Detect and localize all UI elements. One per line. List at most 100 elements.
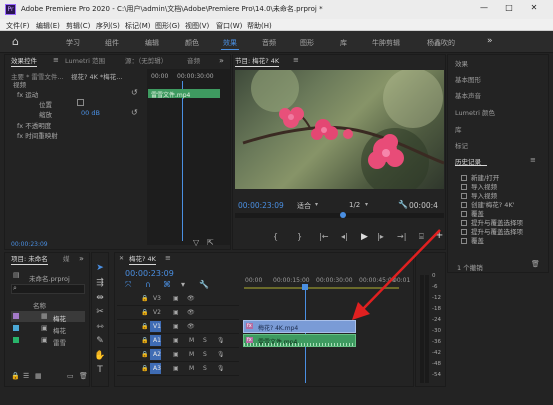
slip-tool-icon[interactable]: ⇿ [94,321,106,333]
track-select-tool-icon[interactable]: ⇶ [94,277,106,289]
workspace-more-icon[interactable]: » [487,36,493,46]
lock-icon[interactable]: 🔒 [141,351,148,358]
scale-value[interactable]: 00 dB [81,109,100,117]
mute-button[interactable]: M [189,351,194,358]
lock-icon[interactable]: 🔒 [11,373,20,380]
trash-icon[interactable]: 🗑 [79,373,88,380]
add-marker-icon[interactable]: ▾ [181,281,185,289]
panel-markers[interactable]: 标记 [455,140,468,150]
tab-audio-mixer[interactable]: 音频 [187,55,200,67]
sequence-clip-label[interactable]: 视花? 4K *梅花... [71,71,122,81]
track-label[interactable]: A3 [153,365,161,372]
sync-lock-icon[interactable]: ▣ [173,351,179,358]
home-icon[interactable]: ⌂ [12,35,19,48]
panel-lumetri-color[interactable]: Lumetri 颜色 [455,107,495,117]
workspace-tab-color[interactable]: 颜色 [185,38,199,48]
menu-file[interactable]: 文件(F) [6,21,30,31]
mute-button[interactable]: M [189,365,194,372]
program-menu-icon[interactable]: ≡ [293,57,299,64]
mark-in-button[interactable]: { [273,233,278,241]
track-label[interactable]: A2 [153,351,161,358]
sync-lock-icon[interactable]: ▣ [173,323,179,330]
maximize-button[interactable]: □ [501,3,517,12]
panel-essential-graphics[interactable]: 基本图形 [455,74,481,84]
workspace-tab-audio[interactable]: 音频 [262,38,276,48]
history-item[interactable]: 创建'梅花? 4K' [461,199,515,209]
panel-menu-icon[interactable]: ≡ [53,57,59,64]
history-item[interactable]: 提升与覆盖选择项 [461,226,523,236]
time-remap-effect[interactable]: fx 时间重映射 [17,130,58,140]
export-frame-icon[interactable]: ⇱ [207,239,214,247]
project-item[interactable]: ▦ 梅花 [11,311,85,323]
history-item[interactable]: 新建/打开 [461,172,499,182]
workspace-tab-custom2[interactable]: 杨鑫吹的 [427,38,455,48]
menu-edit[interactable]: 编辑(E) [36,21,60,31]
workspace-tab-graphics[interactable]: 图形 [300,38,314,48]
lock-icon[interactable]: 🔒 [141,295,148,302]
timeline-menu-icon[interactable]: ≡ [165,255,171,262]
panel-libraries[interactable]: 库 [455,124,462,134]
eye-icon[interactable]: 👁 [187,309,195,316]
panel-effects[interactable]: 效果 [455,58,468,68]
type-tool-icon[interactable]: T [94,364,106,376]
mark-out-button[interactable]: } [297,233,302,241]
video-preview[interactable] [235,70,444,189]
timeline-title[interactable]: 梅花? 4K [129,253,156,265]
nest-icon[interactable]: ∩ [145,281,151,289]
workspace-tab-custom1[interactable]: 牛肿剪辑 [372,38,400,48]
track-label[interactable]: A1 [153,337,161,344]
tab-lumetri-scopes[interactable]: Lumetri 范围 [65,55,105,67]
tab-media[interactable]: 媒 [63,253,70,265]
panel-more-icon[interactable]: » [219,57,224,65]
lock-icon[interactable]: 🔒 [141,323,148,330]
program-timecode[interactable]: 00:00:23:09 [238,201,284,210]
menu-marker[interactable]: 标记(M) [125,21,151,31]
menu-help[interactable]: 帮助(H) [247,21,272,31]
razor-tool-icon[interactable]: ✂ [94,306,106,318]
sync-lock-icon[interactable]: ▣ [173,309,179,316]
timeline-timecode[interactable]: 00:00:23:09 [125,269,174,278]
project-item[interactable]: ▣ 雷雪 [11,335,85,347]
microphone-icon[interactable]: 🎙 [217,337,225,344]
mute-button[interactable]: M [189,337,194,344]
track-label[interactable]: V2 [153,309,161,316]
microphone-icon[interactable]: 🎙 [217,365,225,372]
menu-view[interactable]: 视图(V) [185,21,209,31]
panel-essential-sound[interactable]: 基本声音 [455,90,481,100]
menu-clip[interactable]: 剪辑(C) [66,21,90,31]
filter-icon[interactable]: ▽ [193,239,199,247]
resolution-dropdown[interactable]: 1/2 [349,201,360,209]
minimize-button[interactable]: — [476,3,492,12]
history-item[interactable]: 导入视频 [461,190,497,200]
solo-button[interactable]: S [203,365,207,372]
ripple-edit-tool-icon[interactable]: ⇹ [94,292,106,304]
column-name-header[interactable]: 名称 [33,300,46,310]
history-item[interactable]: 覆盖 [461,235,484,245]
history-item[interactable]: 提升与覆盖选择项 [461,217,523,227]
audio-clip[interactable]: fx 雷雪文件.mp4 [243,334,356,347]
icon-view-icon[interactable]: ▦ [35,373,42,380]
program-title[interactable]: 节目: 梅花? 4K [235,55,280,67]
sync-lock-icon[interactable]: ▣ [173,365,179,372]
track-label[interactable]: V1 [153,323,161,330]
lock-icon[interactable]: 🔒 [141,309,148,316]
sync-lock-icon[interactable]: ▣ [173,295,179,302]
fit-dropdown[interactable]: 适合 [297,201,311,211]
reset-icon[interactable]: ↺ [131,89,138,97]
hand-tool-icon[interactable]: ✋ [94,350,106,362]
reset-icon[interactable]: ↺ [131,109,138,117]
workspace-tab-effects[interactable]: 效果 [223,38,237,48]
close-button[interactable]: ✕ [526,3,542,12]
tab-source[interactable]: 源：（无剪辑） [125,55,167,67]
history-menu-icon[interactable]: ≡ [530,156,536,164]
track-label[interactable]: V3 [153,295,161,302]
lock-icon[interactable]: 🔒 [141,365,148,372]
history-item[interactable]: 导入视频 [461,181,497,191]
project-item[interactable]: ▣ 梅花 [11,323,85,335]
snap-icon[interactable]: ⤧ [125,281,131,289]
close-icon[interactable]: ✕ [119,256,124,262]
project-more-icon[interactable]: » [79,255,84,263]
workspace-tab-editing[interactable]: 编辑 [145,38,159,48]
opacity-effect[interactable]: fx 不透明度 [17,120,51,130]
solo-button[interactable]: S [203,337,207,344]
